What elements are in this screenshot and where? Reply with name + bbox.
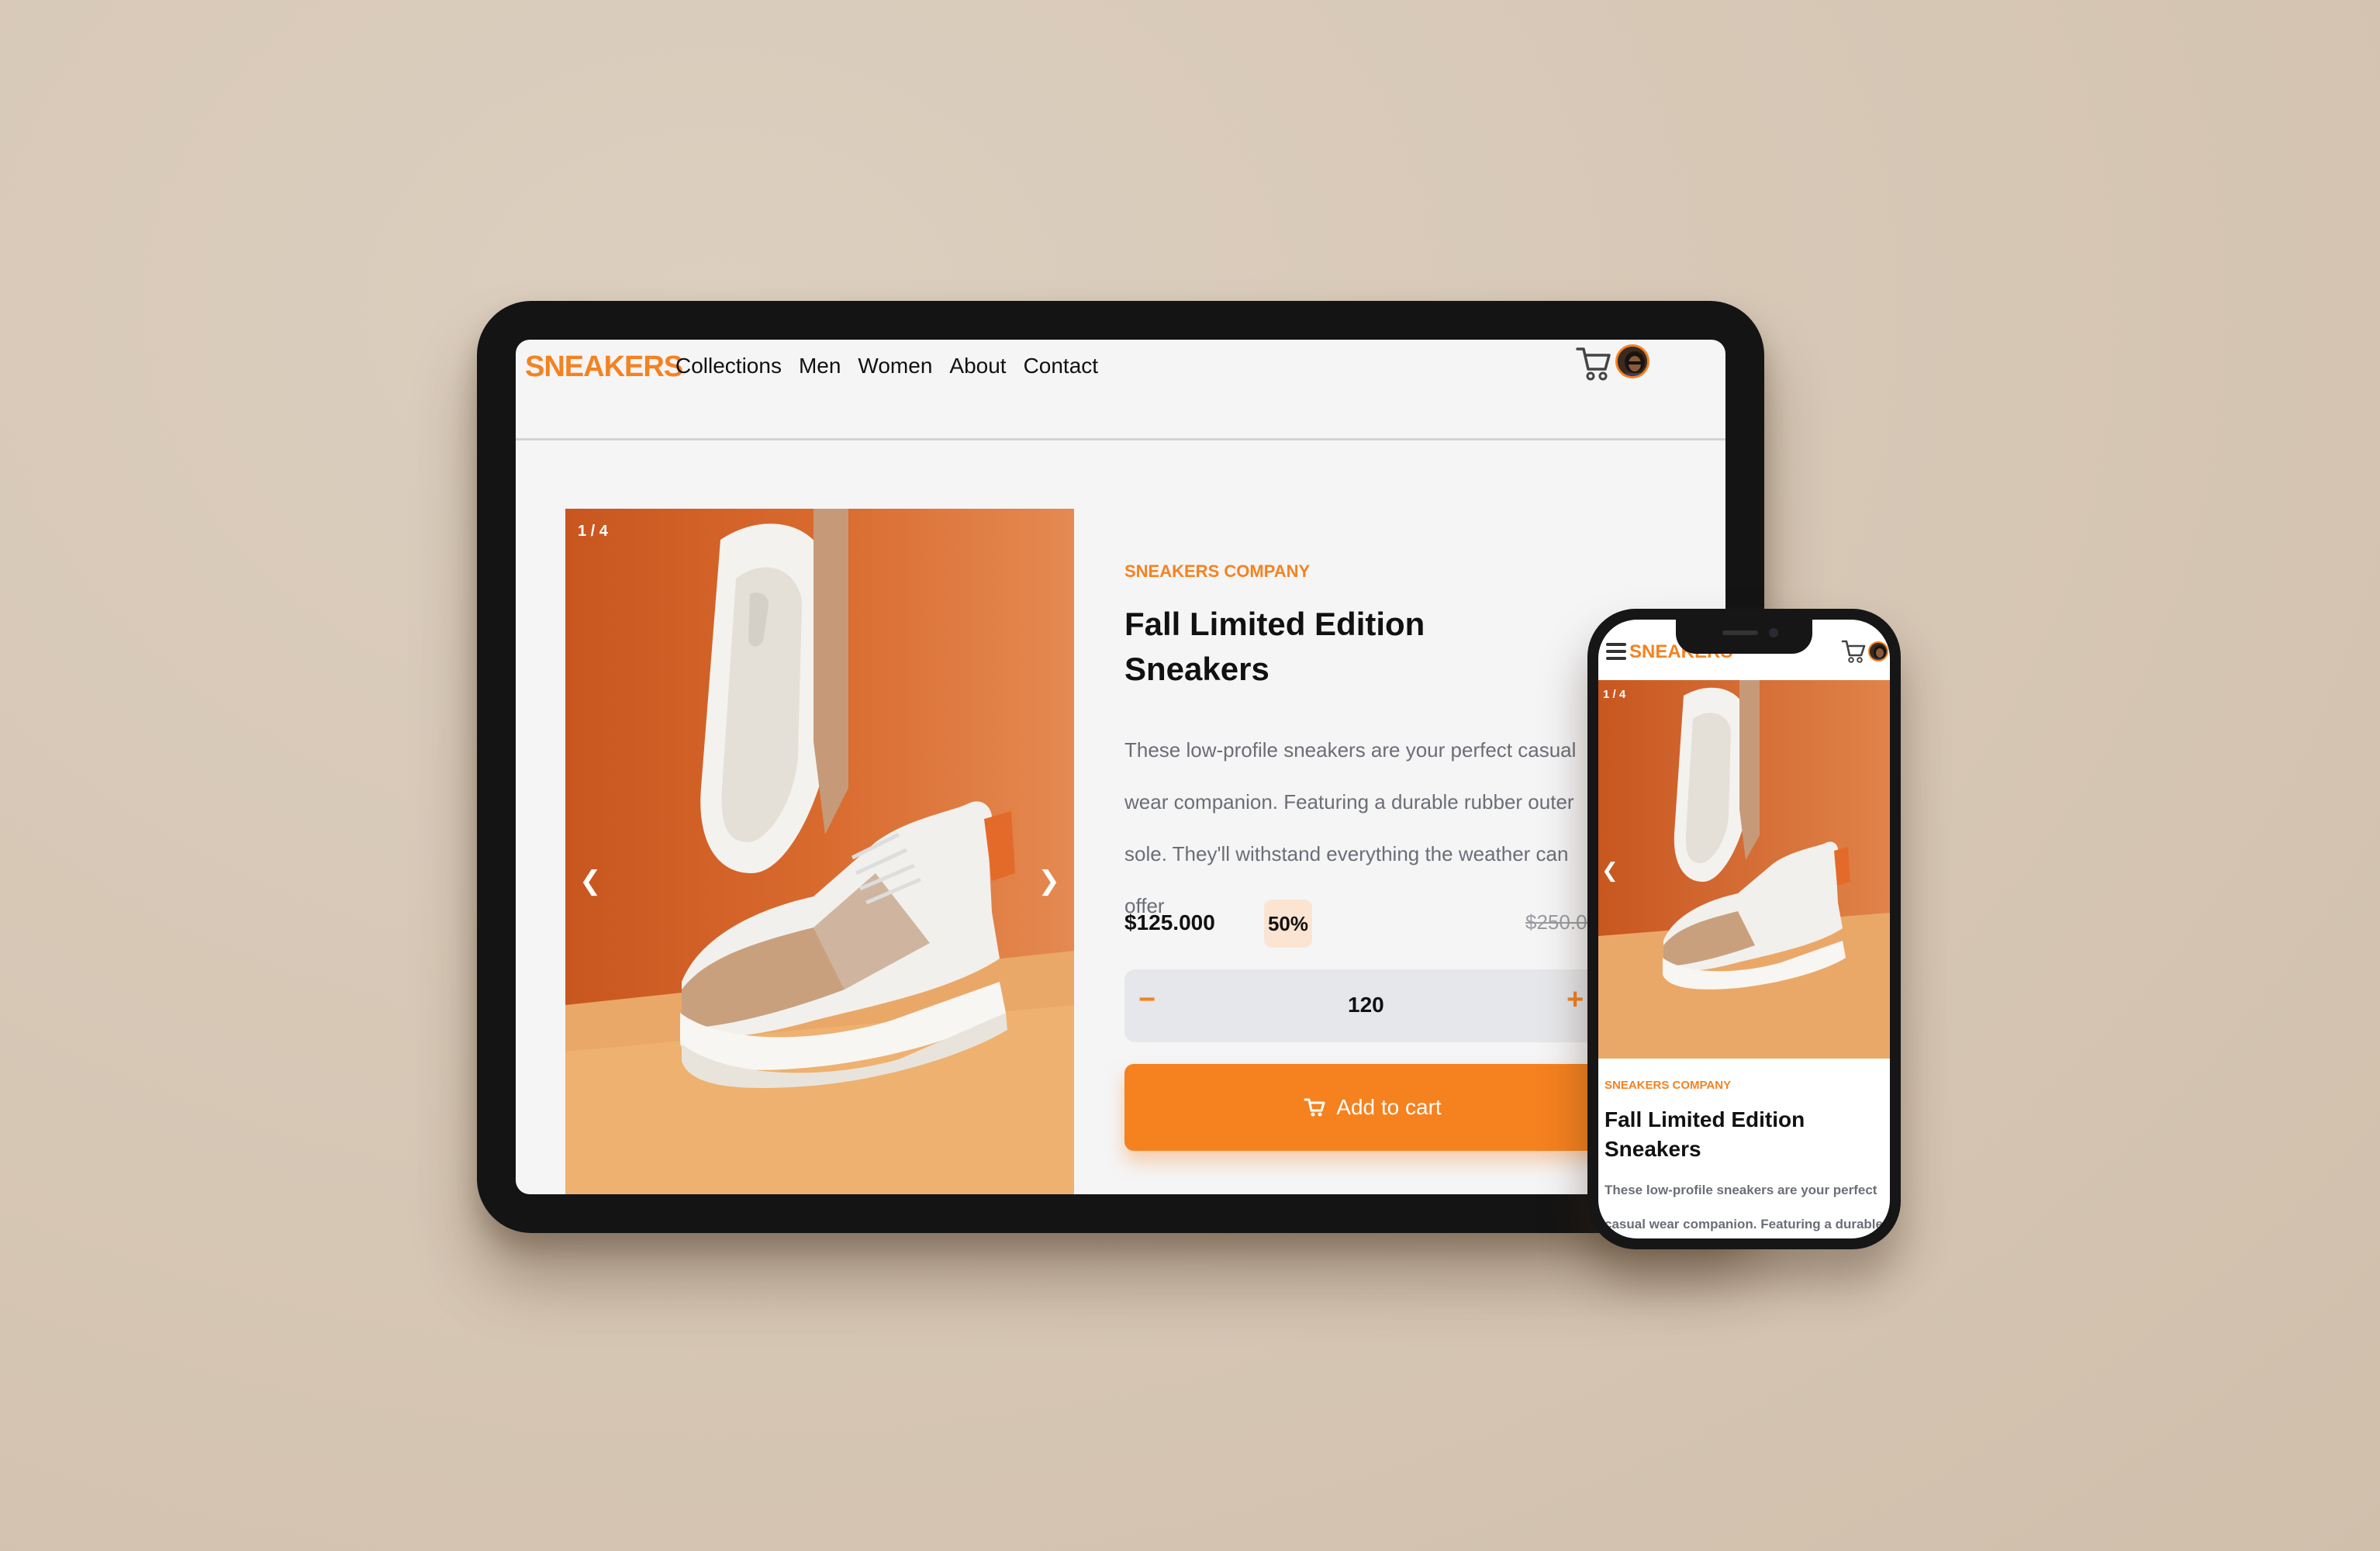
avatar[interactable] [1868,641,1888,662]
chevron-right-icon[interactable]: ❯ [1038,865,1061,896]
logo[interactable]: SNEAKERS [525,351,683,384]
product-description: These low-profile sneakers are your perf… [1124,738,1577,917]
product-image [1598,680,1890,1059]
image-counter: 1 / 4 [1603,688,1626,701]
top-navbar: SNEAKERS Collections Men Women About Con… [516,340,1725,440]
tablet-screen: SNEAKERS Collections Men Women About Con… [516,340,1725,1194]
image-counter: 1 / 4 [578,523,608,540]
cart-icon[interactable] [1840,637,1867,666]
nav-link-collections[interactable]: Collections [675,354,782,378]
current-price: $125.000 [1124,910,1215,934]
avatar[interactable] [1615,344,1649,378]
product-title: Fall Limited Edition Sneakers [1124,606,1425,687]
increase-button[interactable]: + [1567,983,1584,1017]
nav-links: Collections Men Women About Contact [675,354,1098,378]
cart-icon [1304,1097,1325,1118]
mobile-product-image-gallery: 1 / 4 ❮ [1598,680,1890,1059]
chevron-left-icon[interactable]: ❮ [579,865,602,896]
nav-link-about[interactable]: About [949,354,1006,378]
decrease-button[interactable]: − [1138,983,1155,1017]
hamburger-icon[interactable] [1606,643,1626,660]
company-label: SNEAKERS COMPANY [1124,561,1311,581]
camera [1769,628,1778,637]
quantity-value[interactable]: 120 [1348,993,1384,1017]
tablet-device: SNEAKERS Collections Men Women About Con… [477,301,1764,1233]
add-to-cart-label: Add to cart [1336,1095,1442,1119]
phone-notch [1676,620,1812,654]
product-image-gallery: 1 / 4 ❮ ❯ [565,509,1074,1194]
chevron-left-icon[interactable]: ❮ [1601,858,1618,883]
description-line: casual wear companion. Featuring a durab… [1605,1217,1883,1231]
product-image [565,509,1074,1194]
phone-screen: SNEAKERS 1 / 4 ❮ SNEAKERS COMPANY Fall L… [1598,620,1890,1238]
discount-badge: 50% [1264,900,1312,948]
mobile-company-label: SNEAKERS COMPANY [1605,1079,1732,1092]
mobile-product-title: Fall Limited Edition Sneakers [1605,1107,1805,1161]
cart-icon[interactable] [1574,343,1613,383]
speaker [1722,630,1758,635]
quantity-stepper: − 120 + [1124,969,1621,1042]
phone-device: SNEAKERS 1 / 4 ❮ SNEAKERS COMPANY Fall L… [1587,609,1901,1249]
description-line: These low-profile sneakers are your perf… [1605,1183,1877,1197]
nav-link-men[interactable]: Men [799,354,841,378]
nav-link-women[interactable]: Women [858,354,932,378]
mobile-product-description: These low-profile sneakers are your perf… [1605,1173,1890,1238]
add-to-cart-button[interactable]: Add to cart [1124,1064,1621,1151]
nav-link-contact[interactable]: Contact [1024,354,1099,378]
